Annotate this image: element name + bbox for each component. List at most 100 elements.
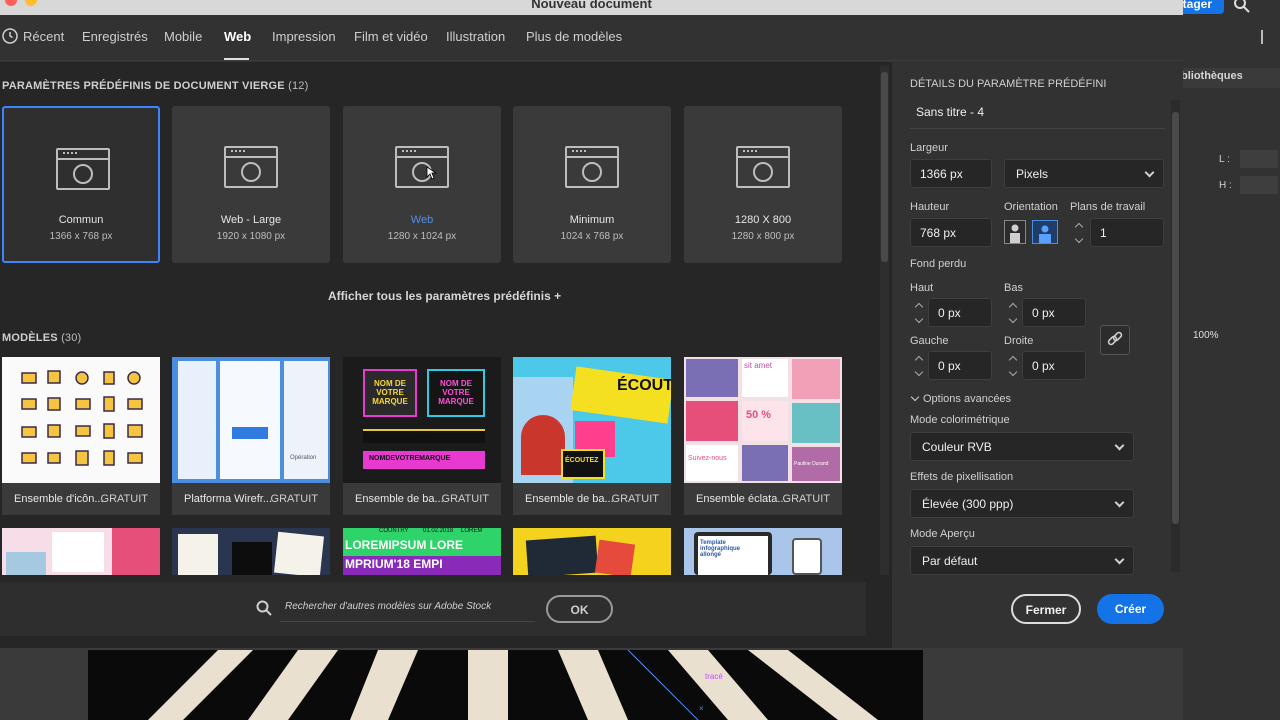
template-thumbnail: ÉCOUT ÉCOUTEZ xyxy=(513,357,671,483)
template-text: Opération xyxy=(290,455,317,461)
landscape-orientation-icon[interactable] xyxy=(1032,220,1058,244)
tab-recent[interactable]: Récent xyxy=(23,29,64,44)
close-button[interactable]: Fermer xyxy=(1011,594,1081,624)
preset-card-web[interactable]: Web 1280 x 1024 px xyxy=(343,106,501,263)
bleed-right-field[interactable]: 0 px xyxy=(1022,351,1086,380)
trace-anchor-point: × xyxy=(699,704,704,713)
template-text: LOREM xyxy=(461,528,483,534)
template-card-row2-4[interactable] xyxy=(513,528,671,575)
link-icon[interactable] xyxy=(1100,325,1130,355)
width-field[interactable]: 1366 px xyxy=(910,159,992,188)
details-scrollbar-thumb[interactable] xyxy=(1172,112,1179,524)
bleed-label: Fond perdu xyxy=(910,258,967,270)
color-mode-value: Couleur RVB xyxy=(922,440,992,454)
advanced-options-toggle[interactable]: Options avancées xyxy=(910,392,1011,405)
template-card-row2-1[interactable] xyxy=(2,528,160,575)
orientation-label: Orientation xyxy=(1004,201,1058,213)
bleed-right-label: Droite xyxy=(1004,335,1034,347)
stock-search-placeholder: Rechercher d'autres modèles sur Adobe St… xyxy=(285,601,492,612)
portrait-orientation-icon[interactable] xyxy=(1004,220,1026,244)
template-text: ÉCOUT xyxy=(617,377,671,394)
libraries-tab[interactable]: bliothèques xyxy=(1181,70,1243,82)
tab-print[interactable]: Impression xyxy=(272,29,336,44)
tab-more-templates[interactable]: Plus de modèles xyxy=(526,29,622,44)
unit-select[interactable]: Pixels xyxy=(1004,159,1164,188)
document-name-field[interactable]: Sans titre - 4 xyxy=(916,105,984,119)
search-icon xyxy=(256,600,272,616)
chevron-down-icon xyxy=(1114,497,1125,508)
tab-mobile[interactable]: Mobile xyxy=(164,29,202,44)
template-text: Template infographique allongé xyxy=(700,540,740,558)
bleed-top-field[interactable]: 0 px xyxy=(928,298,992,327)
template-card-row2-5[interactable]: Template infographique allongé xyxy=(684,528,842,575)
window-titlebar: Nouveau document xyxy=(0,0,1183,15)
template-card-wireframe[interactable]: Opération Platforma Wirefr... GRATUIT xyxy=(172,357,330,515)
show-all-presets-link[interactable]: Afficher tous les paramètres prédéfinis … xyxy=(328,289,561,303)
preset-card-common[interactable]: Commun 1366 x 768 px xyxy=(2,106,160,263)
zoom-field[interactable]: 100% xyxy=(1193,330,1219,341)
presets-title-text: PARAMÈTRES PRÉDÉFINIS DE DOCUMENT VIERGE xyxy=(2,80,285,92)
artboards-field[interactable]: 1 xyxy=(1090,218,1164,247)
preview-mode-select[interactable]: Par défaut xyxy=(910,546,1134,575)
template-card-row2-3[interactable]: COUNTRY 01.02.2018 LOREM LOREMIPSUM LORE… xyxy=(343,528,501,575)
web-document-icon xyxy=(224,146,278,188)
preset-card-web-large[interactable]: Web - Large 1920 x 1080 px xyxy=(172,106,330,263)
template-text: NOMDEVOTREMARQUE xyxy=(369,455,451,462)
background-app-panel: bliothèques L : H : 100% xyxy=(1181,0,1280,720)
preset-size: 1280 x 1024 px xyxy=(387,231,457,242)
height-label: H : xyxy=(1219,180,1232,191)
template-text: NOM DE VOTRE MARQUE xyxy=(438,379,474,406)
bleed-left-field[interactable]: 0 px xyxy=(928,351,992,380)
template-price: GRATUIT xyxy=(611,493,659,505)
template-thumbnail: NOM DE VOTRE MARQUE NOM DE VOTRE MARQUE … xyxy=(343,357,501,483)
trace-label: tracé xyxy=(705,672,723,681)
bleed-left-label: Gauche xyxy=(910,335,949,347)
artboards-stepper[interactable] xyxy=(1070,218,1088,248)
template-price: GRATUIT xyxy=(270,493,318,505)
mouse-cursor-icon xyxy=(426,166,437,180)
preset-name: 1280 X 800 xyxy=(734,214,792,226)
color-mode-label: Mode colorimétrique xyxy=(910,414,1010,426)
template-text: MPRIUM'18 EMPI xyxy=(345,557,443,571)
chevron-down-icon xyxy=(910,392,920,402)
color-mode-select[interactable]: Couleur RVB xyxy=(910,432,1134,461)
height-label: Hauteur xyxy=(910,201,950,213)
templates-scrollbar-thumb[interactable] xyxy=(881,72,888,262)
bleed-bottom-stepper[interactable] xyxy=(1004,298,1022,328)
bleed-right-stepper[interactable] xyxy=(1004,351,1022,381)
preset-card-minimum[interactable]: Minimum 1024 x 768 px xyxy=(513,106,671,263)
template-card-banners[interactable]: NOM DE VOTRE MARQUE NOM DE VOTRE MARQUE … xyxy=(343,357,501,515)
search-icon[interactable] xyxy=(1234,0,1250,13)
bleed-top-stepper[interactable] xyxy=(910,298,928,328)
bleed-bottom-field[interactable]: 0 px xyxy=(1022,298,1086,327)
preset-card-1280x800[interactable]: 1280 X 800 1280 x 800 px xyxy=(684,106,842,263)
tab-film-video[interactable]: Film et vidéo xyxy=(354,29,428,44)
template-name: Ensemble de ba... xyxy=(525,493,614,505)
create-button[interactable]: Créer xyxy=(1097,594,1164,624)
height-field[interactable]: 768 px xyxy=(910,218,992,247)
tab-illustration[interactable]: Illustration xyxy=(446,29,505,44)
chevron-down-icon xyxy=(1114,440,1125,451)
preset-name: Web xyxy=(410,214,434,226)
template-price: GRATUIT xyxy=(782,493,830,505)
template-text: LOREMIPSUM LORE xyxy=(345,538,464,552)
preset-name: Minimum xyxy=(569,214,615,226)
template-card-exploded[interactable]: sit amet 50 % Suivez-nous Pauline Durand… xyxy=(684,357,842,515)
web-document-icon xyxy=(565,146,619,188)
template-name: Ensemble de ba... xyxy=(355,493,444,505)
template-card-icons[interactable]: Ensemble d'icôn... GRATUIT xyxy=(2,357,160,515)
template-card-banners-2[interactable]: ÉCOUT ÉCOUTEZ Ensemble de ba... GRATUIT xyxy=(513,357,671,515)
preset-name: Web - Large xyxy=(220,214,282,226)
bleed-top-label: Haut xyxy=(910,282,934,294)
clock-icon xyxy=(2,28,18,44)
tab-saved[interactable]: Enregistrés xyxy=(82,29,148,44)
raster-effects-select[interactable]: Élevée (300 ppp) xyxy=(910,489,1134,518)
search-ok-button[interactable]: OK xyxy=(546,595,613,623)
preview-mode-value: Par défaut xyxy=(922,554,978,568)
align-icon[interactable] xyxy=(1261,30,1275,44)
bleed-left-stepper[interactable] xyxy=(910,351,928,381)
template-card-row2-2[interactable] xyxy=(172,528,330,575)
artboards-label: Plans de travail xyxy=(1070,201,1146,213)
template-text: Pauline Durand xyxy=(794,461,829,467)
tab-web[interactable]: Web xyxy=(224,29,251,44)
